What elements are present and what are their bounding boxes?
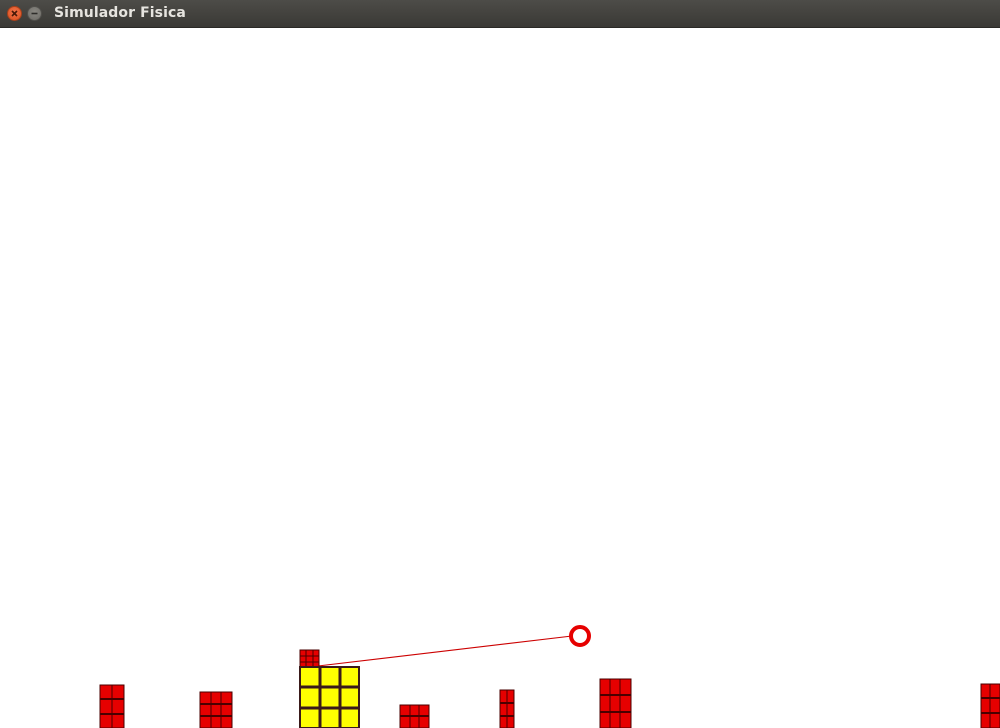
brick-tower[interactable] — [399, 704, 430, 728]
brick-tower[interactable] — [499, 689, 515, 728]
rope — [317, 635, 573, 667]
close-button[interactable] — [7, 6, 22, 21]
brick-tower[interactable] — [980, 683, 1000, 728]
scene-svg — [99, 625, 1000, 728]
brick-tower[interactable] — [199, 691, 233, 728]
brick-block-small[interactable] — [299, 649, 320, 668]
close-icon — [11, 10, 18, 17]
brick-tower[interactable] — [599, 678, 632, 728]
pendulum-ball[interactable] — [569, 625, 591, 647]
minimize-icon — [31, 12, 38, 15]
simulation-canvas[interactable] — [0, 28, 1000, 728]
window-titlebar[interactable]: Simulador Fisica — [0, 0, 1000, 28]
minimize-button[interactable] — [27, 6, 42, 21]
brick-tower[interactable] — [99, 684, 125, 728]
highlighted-block[interactable] — [299, 666, 360, 728]
window-title: Simulador Fisica — [54, 5, 186, 21]
